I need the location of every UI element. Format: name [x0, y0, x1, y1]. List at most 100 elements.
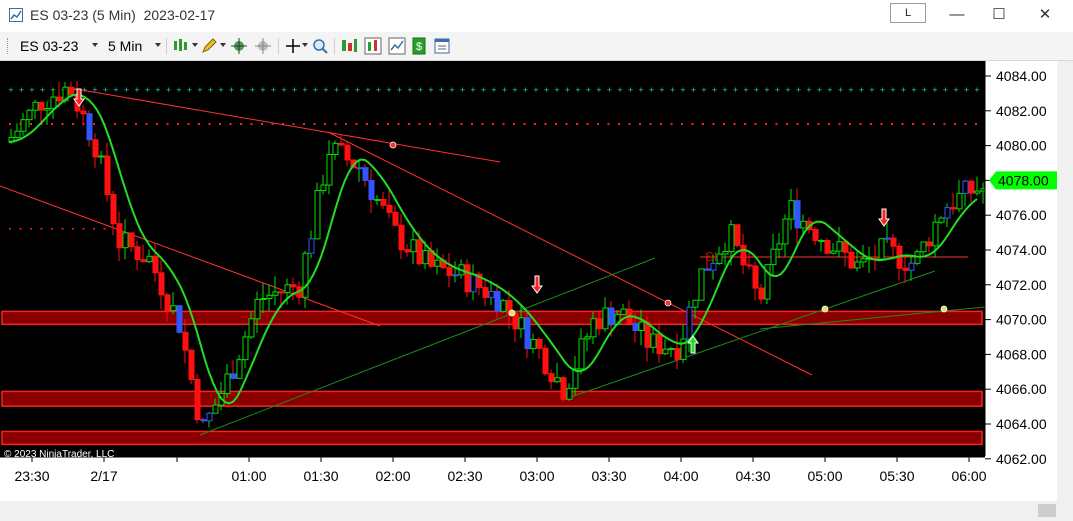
top-marker-row: + — [103, 86, 109, 94]
candle-body — [686, 306, 693, 340]
candle-body — [962, 180, 969, 194]
chevron-down-icon[interactable] — [220, 43, 226, 47]
price-tick-label: 4066.00 — [996, 381, 1047, 397]
candle-body — [788, 200, 795, 220]
price-tick-label: 4064.00 — [996, 416, 1047, 432]
candle-body — [968, 180, 975, 194]
candle-body — [272, 291, 279, 296]
chevron-down-icon[interactable] — [92, 43, 98, 47]
candle-body — [890, 237, 897, 247]
top-marker-row: + — [712, 86, 718, 94]
candle-body — [566, 387, 573, 400]
candle-body — [638, 321, 645, 332]
red-dot-row — [912, 123, 914, 125]
candle-body — [656, 333, 663, 355]
chevron-down-icon[interactable] — [302, 43, 308, 47]
red-dot-row — [93, 123, 95, 125]
top-marker-row: + — [365, 86, 371, 94]
top-marker-row: + — [239, 86, 245, 94]
top-marker-row: + — [670, 86, 676, 94]
red-dot-row — [51, 228, 53, 230]
interval-selector[interactable]: 5 Min — [108, 38, 142, 54]
candle-body — [332, 142, 339, 155]
candle-body — [158, 272, 165, 296]
candle-body — [368, 179, 375, 201]
candle-body — [800, 220, 807, 229]
global-crosshair-icon[interactable] — [254, 37, 272, 55]
vertical-scrollbar[interactable] — [1057, 61, 1073, 501]
red-dot-row — [733, 123, 736, 125]
candle-body — [950, 207, 957, 210]
top-marker-row: + — [407, 86, 413, 94]
red-dot-row — [796, 123, 799, 125]
red-dot-row — [891, 123, 893, 125]
red-dot-row — [691, 123, 694, 125]
maximize-button[interactable]: ☐ — [976, 4, 1022, 26]
candle-body — [392, 211, 399, 226]
red-dot-row — [471, 123, 473, 125]
top-marker-row: + — [260, 86, 266, 94]
candle-body — [194, 379, 201, 421]
candle-body — [902, 267, 909, 271]
top-marker-row: + — [775, 86, 781, 94]
chevron-down-icon[interactable] — [155, 43, 161, 47]
red-dot-row — [649, 123, 652, 125]
trade-performance-icon[interactable]: $ — [410, 37, 428, 55]
scroll-thumb[interactable] — [1038, 504, 1056, 517]
candle-body — [98, 155, 105, 158]
red-dot-row — [807, 123, 809, 125]
time-tick-label: 01:00 — [231, 468, 266, 484]
chevron-down-icon[interactable] — [192, 43, 198, 47]
top-marker-row: + — [418, 86, 424, 94]
top-marker-row: + — [880, 86, 886, 94]
signal-dot — [664, 299, 672, 307]
red-dot-row — [639, 123, 641, 125]
close-button[interactable]: ✕ — [1022, 4, 1068, 26]
top-marker-row: + — [8, 86, 14, 94]
crosshair-icon[interactable] — [284, 37, 302, 55]
link-button[interactable]: L — [890, 3, 926, 23]
candle-body — [68, 86, 75, 96]
price-chart[interactable]: + + + + + + + + + + + + + + + + + + + + + + + + + + + + + + + + + + + + + + + +… — [0, 61, 1057, 501]
time-tick-label: 05:30 — [879, 468, 914, 484]
candle-body — [26, 109, 33, 121]
chart-canvas[interactable]: + + + + + + + + + + + + + + + + + + + + + + + + + + + + + + + + + + + + + + + +… — [0, 61, 1057, 501]
toolbar-separator — [334, 38, 335, 54]
top-marker-row: + — [617, 86, 623, 94]
svg-text:$: $ — [416, 41, 422, 53]
red-dot-row — [660, 123, 662, 125]
bars-style-icon[interactable] — [172, 37, 190, 55]
price-tick-label: 4076.00 — [996, 207, 1047, 223]
candle-body — [326, 153, 333, 186]
top-marker-row: + — [964, 86, 970, 94]
zoom-icon[interactable] — [311, 37, 329, 55]
red-dot-row — [933, 123, 935, 125]
copyright-label: © 2023 NinjaTrader, LLC — [4, 449, 114, 460]
horizontal-scrollbar[interactable] — [0, 501, 1073, 521]
data-series-icon[interactable] — [340, 37, 358, 55]
top-marker-row: + — [323, 86, 329, 94]
properties-icon[interactable] — [433, 37, 451, 55]
trendline — [69, 87, 501, 163]
candle-body — [242, 336, 249, 361]
top-marker-row: + — [344, 86, 350, 94]
red-dot-row — [208, 123, 211, 125]
red-dot-row — [838, 123, 841, 125]
red-dot-row — [628, 123, 631, 125]
pencil-draw-icon[interactable] — [200, 37, 218, 55]
red-dot-row — [565, 123, 568, 125]
red-dot-row — [9, 228, 11, 230]
candle-body — [446, 267, 453, 276]
strategies-icon[interactable] — [388, 37, 406, 55]
crosshair-snap-icon[interactable] — [230, 37, 248, 55]
candle-body — [470, 273, 477, 293]
red-dot-row — [187, 123, 190, 125]
red-dot-row — [166, 123, 169, 125]
indicators-icon[interactable] — [364, 37, 382, 55]
candle-body — [908, 262, 915, 271]
minimize-button[interactable]: — — [934, 4, 980, 26]
candle-body — [494, 290, 501, 312]
instrument-selector[interactable]: ES 03-23 — [20, 38, 78, 54]
top-marker-row: + — [743, 86, 749, 94]
time-tick-label: 05:00 — [807, 468, 842, 484]
